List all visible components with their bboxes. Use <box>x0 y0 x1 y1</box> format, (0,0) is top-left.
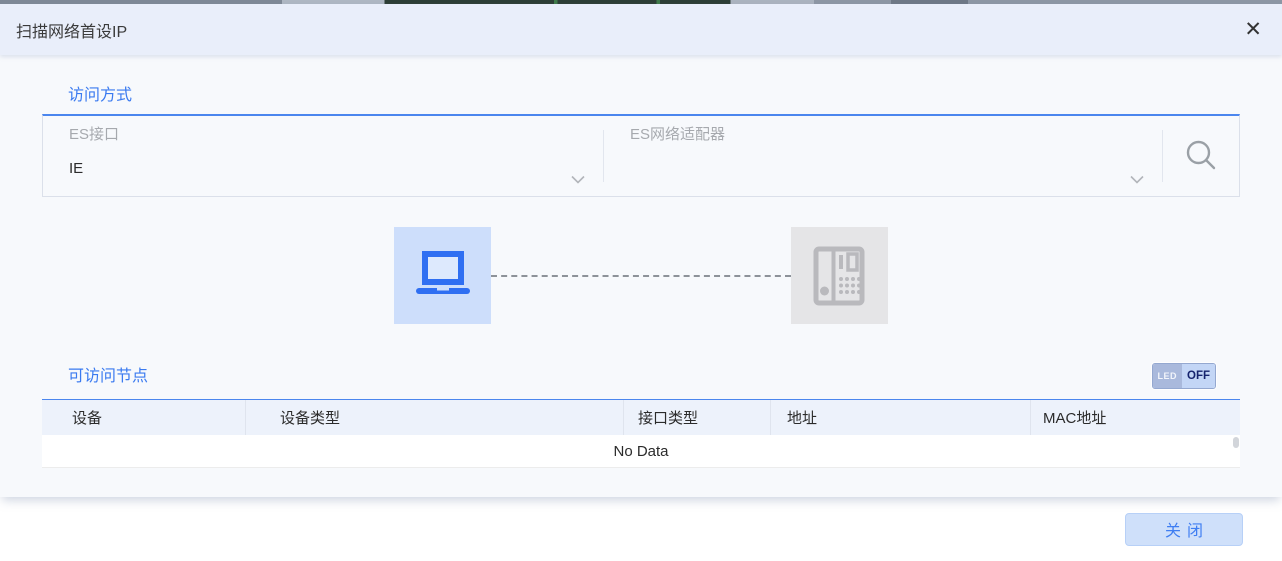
scan-search-button[interactable] <box>1163 116 1239 196</box>
search-icon <box>1182 137 1220 175</box>
es-interface-label: ES接口 <box>69 125 603 145</box>
network-link <box>491 275 791 277</box>
col-mac-address: MAC地址 <box>1030 400 1240 435</box>
dialog-title: 扫描网络首设IP <box>16 18 127 42</box>
table-empty-row: No Data <box>42 435 1240 468</box>
access-method-heading: 访问方式 <box>68 85 1240 106</box>
led-state-label: OFF <box>1182 364 1215 388</box>
plc-device-node <box>791 227 888 324</box>
col-address: 地址 <box>770 400 1030 435</box>
dialog-title-bar: 扫描网络首设IP ✕ <box>0 4 1282 55</box>
chevron-down-icon[interactable] <box>1130 175 1144 184</box>
es-interface-select[interactable]: ES接口 IE <box>43 116 603 196</box>
connection-diagram <box>42 227 1240 324</box>
plc-device-icon <box>808 244 872 308</box>
scrollbar-thumb[interactable] <box>1233 437 1239 448</box>
pg-pc-node <box>394 227 491 324</box>
accessible-nodes-heading: 可访问节点 <box>68 366 148 387</box>
table-header-row: 设备 设备类型 接口类型 地址 MAC地址 <box>42 399 1240 435</box>
laptop-icon <box>411 244 475 308</box>
es-adapter-value <box>630 159 1162 179</box>
col-device: 设备 <box>42 400 245 435</box>
col-device-type: 设备类型 <box>245 400 623 435</box>
close-icon[interactable]: ✕ <box>1240 17 1266 42</box>
led-label: LED <box>1153 364 1183 388</box>
dialog-body: 访问方式 ES接口 IE ES网络适配器 <box>0 55 1282 497</box>
es-adapter-placeholder: ES网络适配器 <box>630 125 1162 145</box>
chevron-down-icon[interactable] <box>571 175 585 184</box>
col-interface-type: 接口类型 <box>623 400 770 435</box>
scan-ip-dialog: 扫描网络首设IP ✕ 访问方式 ES接口 IE ES网络适配器 <box>0 4 1282 561</box>
led-toggle-button[interactable]: LED OFF <box>1152 363 1217 389</box>
es-adapter-select[interactable]: ES网络适配器 <box>604 116 1162 196</box>
es-interface-value: IE <box>69 159 603 179</box>
access-method-form: ES接口 IE ES网络适配器 <box>42 114 1240 197</box>
close-button[interactable]: 关闭 <box>1125 513 1243 546</box>
no-data-text: No Data <box>613 443 668 460</box>
nodes-table: 设备 设备类型 接口类型 地址 MAC地址 No Data <box>42 399 1240 468</box>
nodes-section-header: 可访问节点 LED OFF <box>42 362 1240 390</box>
dialog-footer: 关闭 <box>0 497 1282 561</box>
